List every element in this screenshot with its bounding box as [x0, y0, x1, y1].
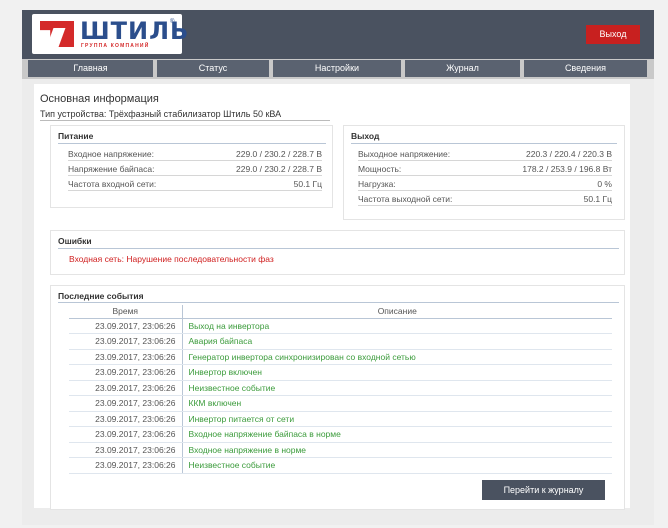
- main-nav: Главная Статус Настройки Журнал Сведения: [22, 59, 654, 79]
- logo-registered-mark: ®: [170, 19, 175, 25]
- nav-item-info[interactable]: Сведения: [524, 60, 647, 77]
- event-description: Инвертор включен: [182, 364, 612, 381]
- output-voltage-value: 220.3 / 220.4 / 220.3 В: [525, 149, 612, 159]
- events-header-row: Время Описание: [69, 305, 612, 319]
- output-load-value: 0 %: [597, 179, 612, 189]
- device-divider: [40, 120, 330, 121]
- errors-panel-divider: [58, 248, 619, 249]
- company-logo[interactable]: ШТИЛЬ ® ГРУППА КОМПАНИЙ: [32, 14, 188, 54]
- power-row-input-voltage: Входное напряжение: 229.0 / 230.2 / 228.…: [68, 148, 322, 161]
- output-power-value: 178.2 / 253.9 / 196.8 Вт: [522, 164, 612, 174]
- event-time: 23.09.2017, 23:06:26: [69, 442, 183, 458]
- bypass-voltage-value: 229.0 / 230.2 / 228.7 В: [235, 164, 322, 174]
- table-row: 23.09.2017, 23:06:26 Авария байпаса: [69, 333, 612, 350]
- column-header-description: Описание: [182, 305, 612, 319]
- nav-item-journal[interactable]: Журнал: [405, 60, 520, 77]
- table-row: 23.09.2017, 23:06:26 Инвертор включен: [69, 364, 612, 381]
- events-panel-divider: [58, 302, 619, 303]
- errors-panel: [50, 230, 625, 275]
- nav-item-home[interactable]: Главная: [28, 60, 153, 77]
- table-row: 23.09.2017, 23:06:26 Входное напряжение в…: [69, 442, 612, 458]
- output-panel-divider: [351, 143, 617, 144]
- device-type: Тип устройства: Трёхфазный стабилизатор …: [40, 109, 282, 119]
- output-power-label: Мощность:: [358, 164, 402, 174]
- event-time: 23.09.2017, 23:06:26: [69, 333, 183, 350]
- event-time: 23.09.2017, 23:06:26: [69, 457, 183, 474]
- event-description: Авария байпаса: [182, 333, 612, 350]
- table-row: 23.09.2017, 23:06:26 Неизвестное событие: [69, 380, 612, 396]
- event-description: Инвертор питается от сети: [182, 411, 612, 427]
- table-row: 23.09.2017, 23:06:26 ККМ включен: [69, 395, 612, 412]
- event-time: 23.09.2017, 23:06:26: [69, 318, 183, 334]
- errors-panel-title: Ошибки: [58, 236, 92, 246]
- table-row: 23.09.2017, 23:06:26 Инвертор питается от…: [69, 411, 612, 427]
- exit-button[interactable]: Выход: [586, 25, 640, 44]
- event-description: Неизвестное событие: [182, 380, 612, 396]
- power-row-input-frequency: Частота входной сети: 50.1 Гц: [68, 178, 322, 191]
- nav-item-status[interactable]: Статус: [157, 60, 269, 77]
- output-frequency-value: 50.1 Гц: [583, 194, 612, 204]
- event-description: ККМ включен: [182, 395, 612, 412]
- table-row: 23.09.2017, 23:06:26 Выход на инвертора: [69, 318, 612, 334]
- power-panel-title: Питание: [58, 131, 94, 141]
- error-message: Входная сеть: Нарушение последовательнос…: [69, 254, 274, 264]
- table-row: 23.09.2017, 23:06:26 Входное напряжение б…: [69, 426, 612, 443]
- events-panel-title: Последние события: [58, 291, 144, 301]
- logo-subtitle: ГРУППА КОМПАНИЙ: [81, 43, 150, 49]
- event-description: Выход на инвертора: [182, 318, 612, 334]
- input-frequency-label: Частота входной сети:: [68, 179, 157, 189]
- output-voltage-label: Выходное напряжение:: [358, 149, 451, 159]
- event-description: Входное напряжение в норме: [182, 442, 612, 458]
- power-panel-divider: [58, 143, 326, 144]
- table-row: 23.09.2017, 23:06:26 Генератор инвертора …: [69, 349, 612, 365]
- event-description: Неизвестное событие: [182, 457, 612, 474]
- input-frequency-value: 50.1 Гц: [293, 179, 322, 189]
- input-voltage-value: 229.0 / 230.2 / 228.7 В: [235, 149, 322, 159]
- nav-item-settings[interactable]: Настройки: [273, 60, 401, 77]
- event-time: 23.09.2017, 23:06:26: [69, 395, 183, 412]
- output-row-voltage: Выходное напряжение: 220.3 / 220.4 / 220…: [358, 148, 612, 161]
- event-description: Входное напряжение байпаса в норме: [182, 426, 612, 443]
- event-description: Генератор инвертора синхронизирован со в…: [182, 349, 612, 365]
- event-time: 23.09.2017, 23:06:26: [69, 426, 183, 443]
- bypass-voltage-label: Напряжение байпаса:: [68, 164, 155, 174]
- event-time: 23.09.2017, 23:06:26: [69, 380, 183, 396]
- output-load-label: Нагрузка:: [358, 179, 396, 189]
- power-row-bypass-voltage: Напряжение байпаса: 229.0 / 230.2 / 228.…: [68, 163, 322, 176]
- table-row: 23.09.2017, 23:06:26 Неизвестное событие: [69, 457, 612, 474]
- event-time: 23.09.2017, 23:06:26: [69, 349, 183, 365]
- events-table: Время Описание 23.09.2017, 23:06:26 Выход…: [69, 305, 612, 474]
- input-voltage-label: Входное напряжение:: [68, 149, 154, 159]
- output-frequency-label: Частота выходной сети:: [358, 194, 453, 204]
- page-title: Основная информация: [40, 93, 159, 105]
- output-row-load: Нагрузка: 0 %: [358, 178, 612, 191]
- output-row-frequency: Частота выходной сети: 50.1 Гц: [358, 193, 612, 206]
- column-header-time: Время: [69, 305, 183, 319]
- event-time: 23.09.2017, 23:06:26: [69, 411, 183, 427]
- output-panel-title: Выход: [351, 131, 380, 141]
- event-time: 23.09.2017, 23:06:26: [69, 364, 183, 381]
- go-to-journal-button[interactable]: Перейти к журналу: [482, 480, 605, 500]
- output-row-power: Мощность: 178.2 / 253.9 / 196.8 Вт: [358, 163, 612, 176]
